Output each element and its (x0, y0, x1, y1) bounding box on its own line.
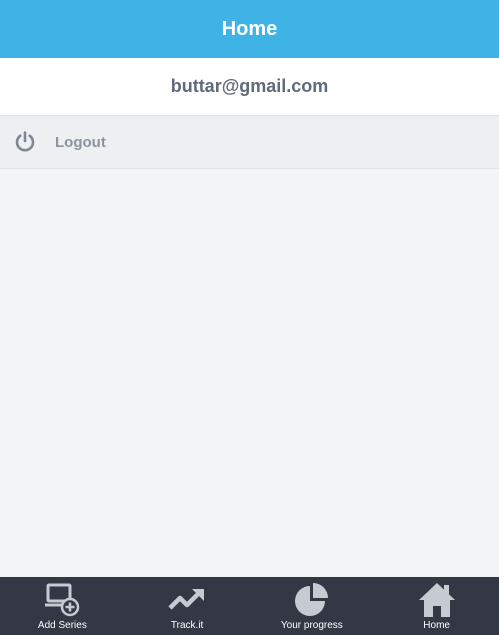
tab-your-progress[interactable]: Your progress (250, 577, 375, 635)
logout-button[interactable]: Logout (0, 116, 499, 169)
app-screen: Home buttar@gmail.com Logout Add Series … (0, 0, 499, 635)
account-email: buttar@gmail.com (0, 58, 499, 116)
main-content-area (0, 169, 499, 577)
tab-home[interactable]: Home (374, 577, 499, 635)
tab-track-it[interactable]: Track.it (125, 577, 250, 635)
page-title: Home (0, 0, 499, 58)
bottom-tab-bar: Add Series Track.it Your progress Home (0, 577, 499, 635)
tab-label: Your progress (280, 620, 343, 631)
power-icon (13, 130, 37, 154)
tab-label: Home (423, 620, 450, 631)
pie-chart-icon (292, 580, 332, 620)
tab-label: Track.it (170, 620, 204, 631)
trend-up-icon (167, 580, 207, 620)
laptop-add-icon (42, 580, 82, 620)
tab-add-series[interactable]: Add Series (0, 577, 125, 635)
tab-label: Add Series (37, 620, 87, 631)
logout-label: Logout (55, 133, 106, 151)
home-icon (417, 580, 457, 620)
